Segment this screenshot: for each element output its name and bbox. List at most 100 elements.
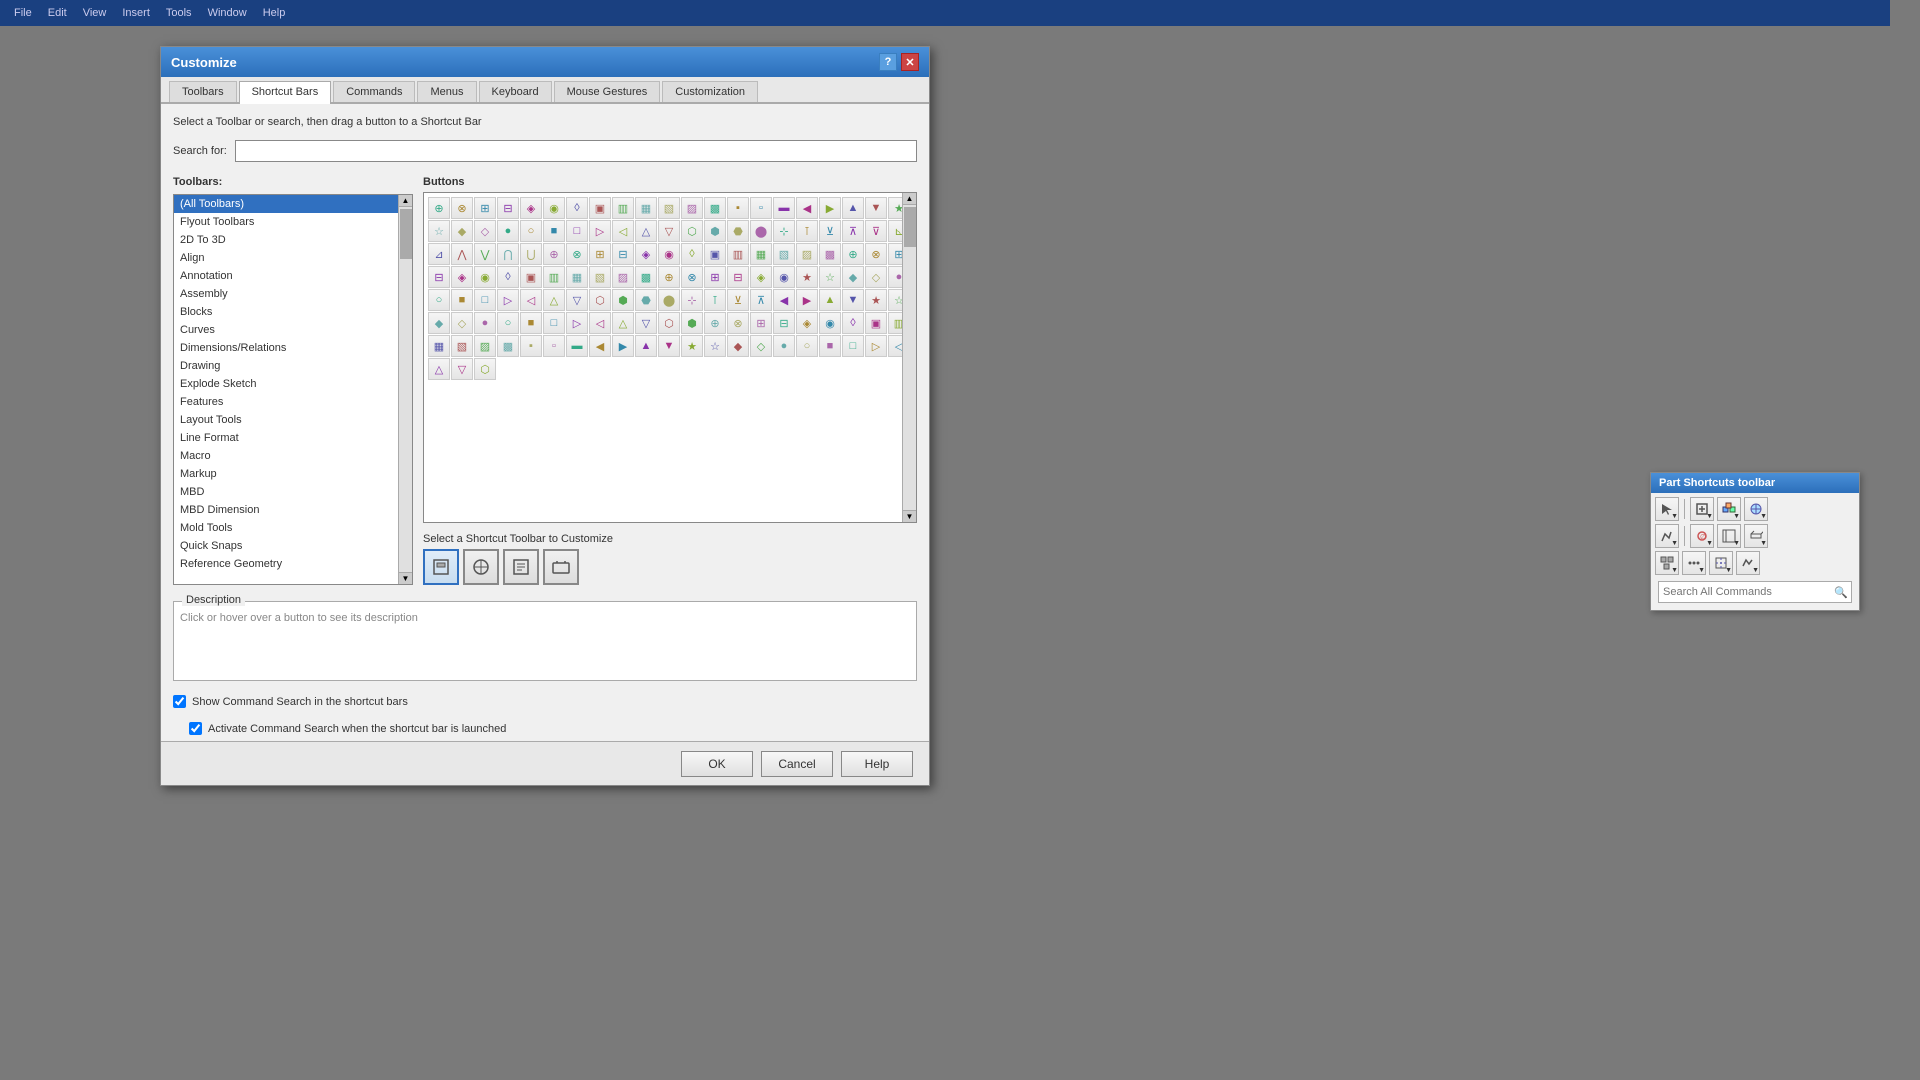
sc-btn-assem[interactable]: ▼ [1717,497,1741,521]
toolbar-button-90[interactable]: ▽ [566,289,588,311]
toolbar-button-31[interactable]: ▽ [658,220,680,242]
list-item-mold[interactable]: Mold Tools [174,519,398,537]
list-item-align[interactable]: Align [174,249,398,267]
toolbar-button-46[interactable]: ⋃ [520,243,542,265]
toolbar-button-71[interactable]: ▨ [612,266,634,288]
toolbar-button-100[interactable]: ▶ [796,289,818,311]
toolbar-button-55[interactable]: ▥ [727,243,749,265]
dialog-close-button[interactable]: ✕ [901,53,919,71]
toolbar-button-3[interactable]: ⊟ [497,197,519,219]
list-item-dimensions[interactable]: Dimensions/Relations [174,339,398,357]
toolbar-button-132[interactable]: ▬ [566,335,588,357]
sc-btn-snap[interactable]: ▼ [1709,551,1733,575]
list-item-quick-snaps[interactable]: Quick Snaps [174,537,398,555]
toolbar-button-66[interactable]: ◊ [497,266,519,288]
tab-mouse-gestures[interactable]: Mouse Gestures [554,81,661,102]
toolbar-button-81[interactable]: ◆ [842,266,864,288]
toolbar-button-135[interactable]: ▲ [635,335,657,357]
toolbar-button-0[interactable]: ⊕ [428,197,450,219]
toolbar-button-127[interactable]: ▧ [451,335,473,357]
toolbar-button-6[interactable]: ◊ [566,197,588,219]
toolbar-button-9[interactable]: ▦ [635,197,657,219]
toolbar-button-87[interactable]: ▷ [497,289,519,311]
toolbar-button-115[interactable]: ⬡ [658,312,680,334]
toolbar-button-76[interactable]: ⊟ [727,266,749,288]
toolbar-button-80[interactable]: ☆ [819,266,841,288]
toolbar-button-21[interactable]: ☆ [428,220,450,242]
toolbar-button-4[interactable]: ◈ [520,197,542,219]
toolbar-button-113[interactable]: △ [612,312,634,334]
ok-button[interactable]: OK [681,751,753,777]
list-item-annotation[interactable]: Annotation [174,267,398,285]
toolbar-button-28[interactable]: ▷ [589,220,611,242]
toolbar-button-53[interactable]: ◊ [681,243,703,265]
toolbar-button-15[interactable]: ▬ [773,197,795,219]
toolbar-button-69[interactable]: ▦ [566,266,588,288]
menu-tools[interactable]: Tools [160,5,198,21]
menu-insert[interactable]: Insert [116,5,156,21]
toolbar-button-64[interactable]: ◈ [451,266,473,288]
toolbar-button-117[interactable]: ⊕ [704,312,726,334]
toolbar-button-82[interactable]: ◇ [865,266,887,288]
toolbar-button-103[interactable]: ★ [865,289,887,311]
toolbar-button-75[interactable]: ⊞ [704,266,726,288]
list-item-line-format[interactable]: Line Format [174,429,398,447]
menu-file[interactable]: File [8,5,38,21]
toolbar-button-68[interactable]: ▥ [543,266,565,288]
toolbar-button-140[interactable]: ◇ [750,335,772,357]
cancel-button[interactable]: Cancel [761,751,833,777]
shortcut-btn-4[interactable] [543,549,579,585]
toolbar-button-27[interactable]: □ [566,220,588,242]
toolbar-button-111[interactable]: ▷ [566,312,588,334]
sc-btn-macro[interactable]: ▼ [1736,551,1760,575]
toolbar-button-108[interactable]: ○ [497,312,519,334]
toolbar-button-12[interactable]: ▩ [704,197,726,219]
toolbar-button-139[interactable]: ◆ [727,335,749,357]
toolbar-button-1[interactable]: ⊗ [451,197,473,219]
toolbar-button-133[interactable]: ◀ [589,335,611,357]
dialog-help-button[interactable]: ? [879,53,897,71]
toolbar-button-42[interactable]: ⊿ [428,243,450,265]
toolbar-button-58[interactable]: ▨ [796,243,818,265]
toolbar-button-24[interactable]: ● [497,220,519,242]
toolbar-button-10[interactable]: ▧ [658,197,680,219]
toolbar-button-84[interactable]: ○ [428,289,450,311]
toolbar-button-131[interactable]: ▫ [543,335,565,357]
search-all-commands-icon[interactable]: 🔍 [1831,582,1851,602]
btn-scroll-up[interactable]: ▲ [903,193,916,205]
toolbar-button-43[interactable]: ⋀ [451,243,473,265]
toolbar-button-148[interactable]: ▽ [451,358,473,380]
toolbar-button-26[interactable]: ■ [543,220,565,242]
search-input[interactable] [235,140,917,162]
sc-btn-dim[interactable]: ∅ ▼ [1690,524,1714,548]
sc-btn-trim[interactable]: ▼ [1717,524,1741,548]
toolbar-button-124[interactable]: ▣ [865,312,887,334]
toolbar-button-138[interactable]: ☆ [704,335,726,357]
toolbar-button-35[interactable]: ⬤ [750,220,772,242]
toolbar-button-72[interactable]: ▩ [635,266,657,288]
toolbar-button-19[interactable]: ▼ [865,197,887,219]
toolbar-button-38[interactable]: ⊻ [819,220,841,242]
toolbar-button-5[interactable]: ◉ [543,197,565,219]
toolbar-button-39[interactable]: ⊼ [842,220,864,242]
toolbar-button-130[interactable]: ▪ [520,335,542,357]
toolbar-button-144[interactable]: □ [842,335,864,357]
toolbar-button-36[interactable]: ⊹ [773,220,795,242]
list-item-assembly[interactable]: Assembly [174,285,398,303]
search-all-commands-input[interactable] [1659,584,1831,600]
toolbar-button-51[interactable]: ◈ [635,243,657,265]
toolbar-button-98[interactable]: ⊼ [750,289,772,311]
toolbar-button-101[interactable]: ▲ [819,289,841,311]
toolbar-button-79[interactable]: ★ [796,266,818,288]
toolbar-button-94[interactable]: ⬤ [658,289,680,311]
list-item-macro[interactable]: Macro [174,447,398,465]
toolbar-button-63[interactable]: ⊟ [428,266,450,288]
toolbar-button-92[interactable]: ⬢ [612,289,634,311]
toolbar-button-147[interactable]: △ [428,358,450,380]
menu-view[interactable]: View [77,5,113,21]
toolbar-button-106[interactable]: ◇ [451,312,473,334]
toolbar-button-107[interactable]: ● [474,312,496,334]
toolbar-button-52[interactable]: ◉ [658,243,680,265]
toolbar-button-121[interactable]: ◈ [796,312,818,334]
btn-scroll-thumb[interactable] [904,207,916,247]
